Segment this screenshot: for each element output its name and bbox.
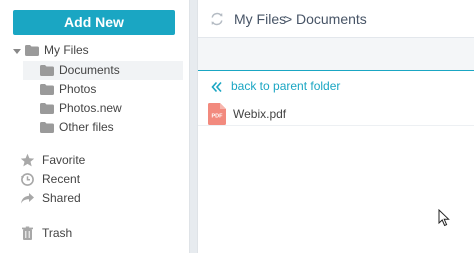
- tree-item-documents[interactable]: Documents: [23, 61, 183, 80]
- folder-icon: [40, 122, 54, 133]
- tree-item-label: My Files: [44, 43, 89, 57]
- file-row[interactable]: PDF Webix.pdf: [198, 102, 474, 126]
- star-icon: [20, 153, 35, 168]
- trash-icon: [20, 226, 35, 241]
- tree-item-other-files[interactable]: Other files: [23, 118, 183, 137]
- share-icon: [20, 191, 35, 206]
- tree-item-label: Photos.new: [59, 101, 122, 115]
- double-chevron-left-icon: [211, 80, 223, 93]
- file-name: Webix.pdf: [233, 107, 287, 121]
- add-new-button[interactable]: Add New: [13, 10, 175, 35]
- tree-item-label: Other files: [59, 120, 114, 134]
- back-to-parent-row[interactable]: back to parent folder: [198, 76, 474, 96]
- caret-down-icon[interactable]: [13, 49, 21, 54]
- pdf-icon-text: PDF: [212, 114, 224, 120]
- tree-item-photos[interactable]: Photos: [23, 80, 183, 99]
- breadcrumb-separator: >: [284, 11, 293, 27]
- nav-item-label: Shared: [42, 191, 81, 205]
- pdf-file-icon: PDF: [208, 103, 226, 125]
- nav-item-label: Favorite: [42, 153, 86, 167]
- mouse-cursor-icon: [438, 208, 450, 227]
- folder-icon: [40, 84, 54, 95]
- breadcrumb-documents[interactable]: Documents: [296, 10, 367, 28]
- folder-icon: [25, 45, 39, 56]
- nav-item-label: Recent: [42, 172, 81, 186]
- toolbar: [198, 38, 474, 71]
- path-bar: My Files > Documents: [198, 0, 474, 38]
- folder-icon: [40, 65, 54, 76]
- refresh-icon[interactable]: [209, 11, 225, 27]
- tree-item-my-files[interactable]: My Files: [0, 41, 183, 60]
- back-to-parent-link[interactable]: back to parent folder: [231, 78, 340, 94]
- folder-icon: [40, 103, 54, 114]
- nav-item-label: Trash: [42, 226, 73, 240]
- breadcrumb-my-files[interactable]: My Files: [234, 10, 286, 28]
- main-panel: My Files > Documents back to parent fold…: [198, 0, 474, 253]
- clock-icon: [20, 172, 35, 187]
- tree-item-label: Documents: [59, 63, 120, 77]
- tree-item-label: Photos: [59, 82, 97, 96]
- sidebar: Add New My Files Documents Photos Photos…: [0, 0, 189, 253]
- tree-item-photos-new[interactable]: Photos.new: [23, 99, 183, 118]
- panel-resizer[interactable]: [189, 0, 198, 253]
